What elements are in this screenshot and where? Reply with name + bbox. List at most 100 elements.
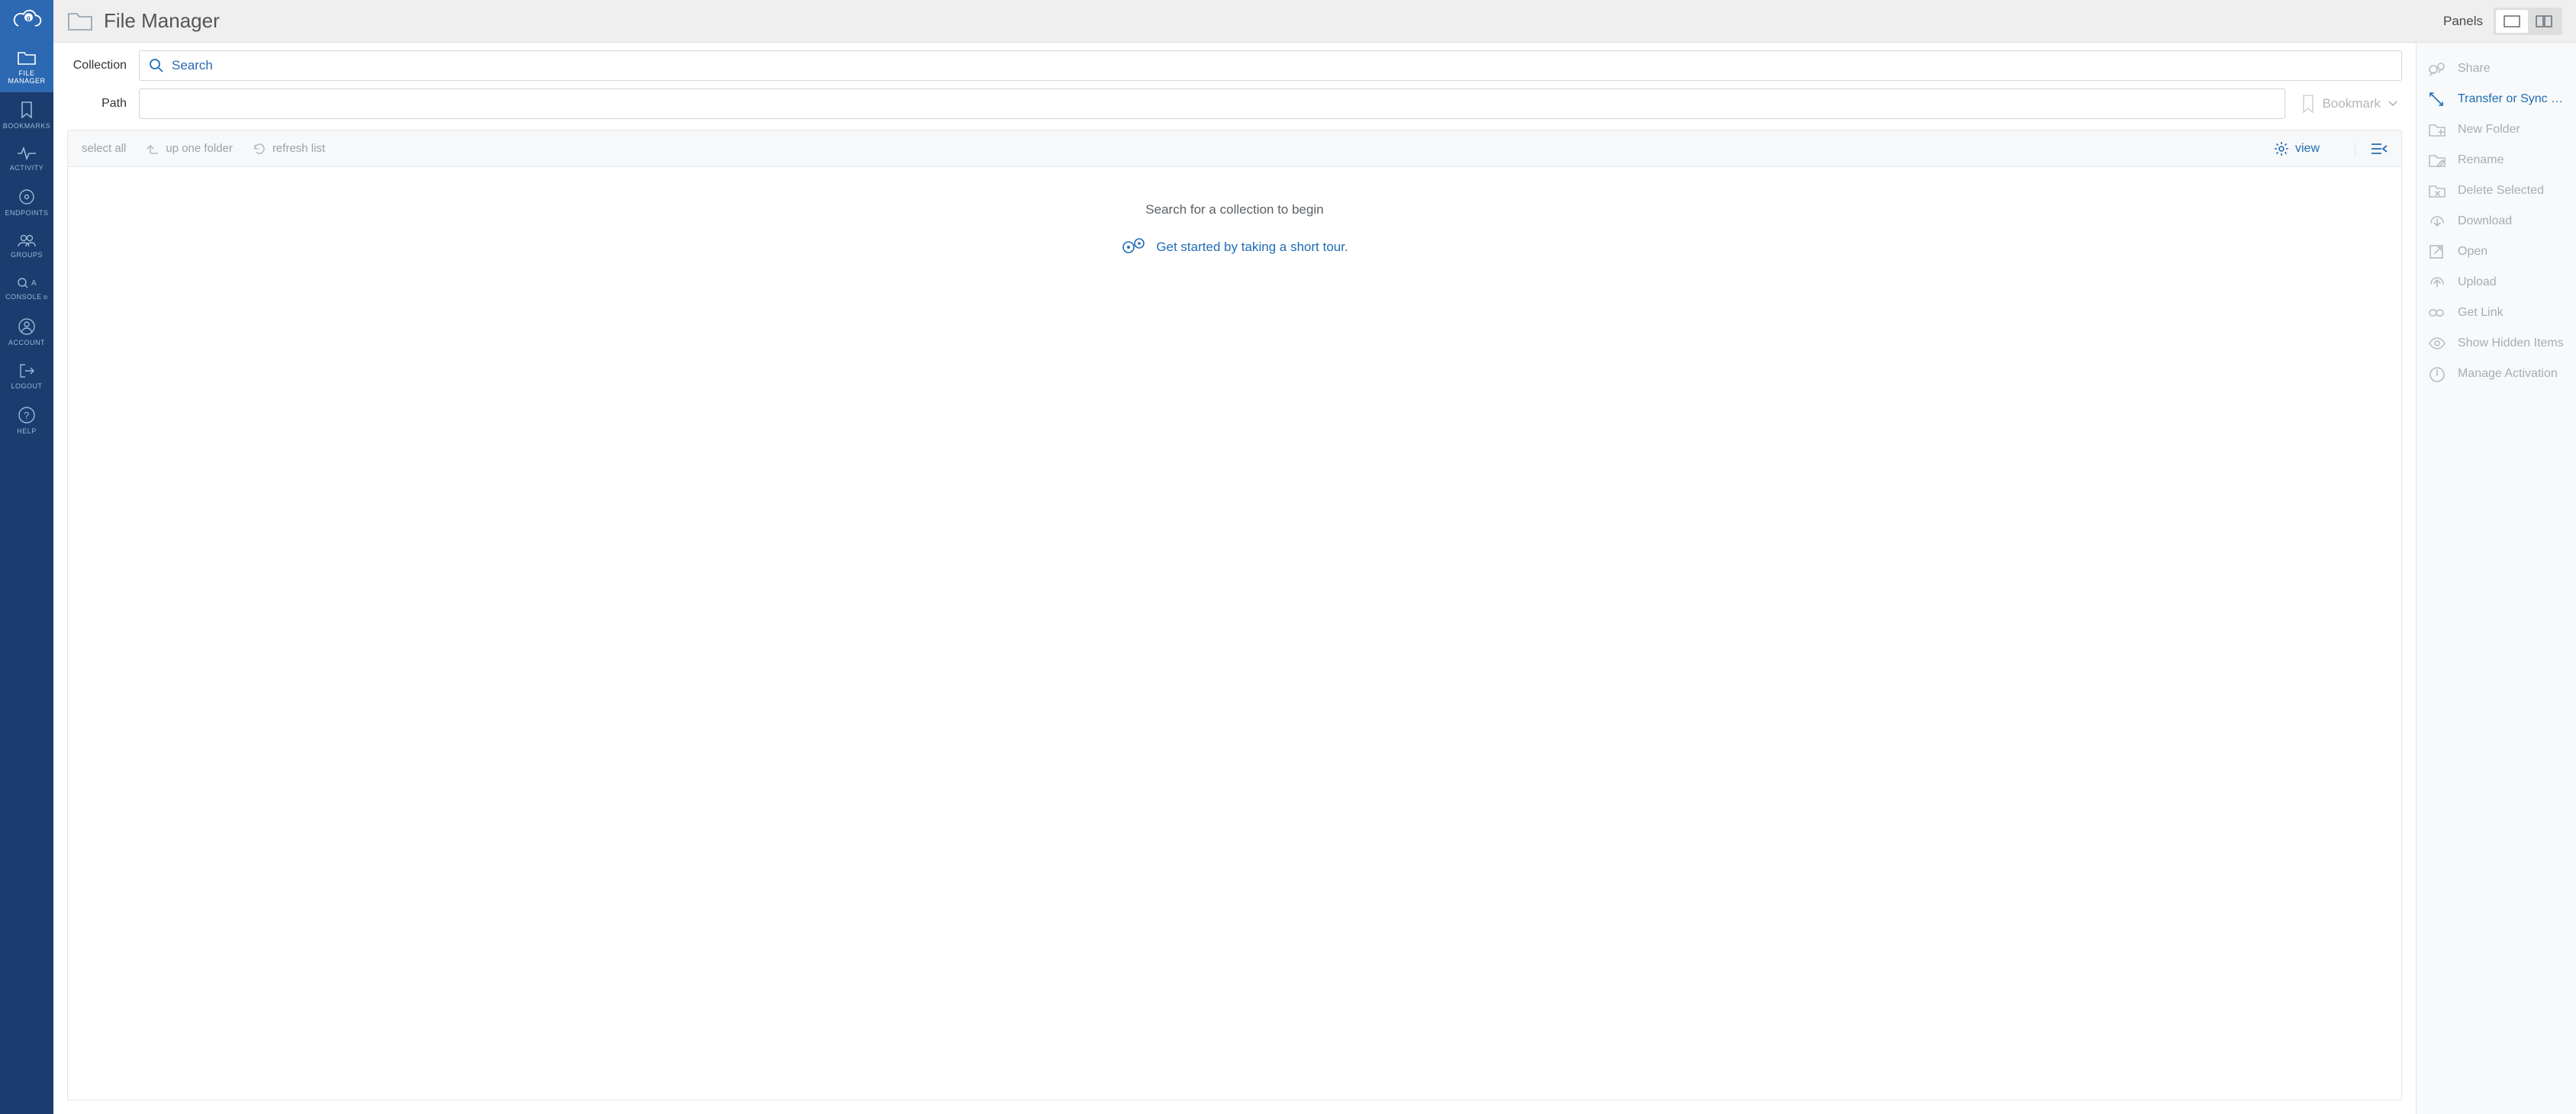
transfer-icon: [2427, 91, 2447, 108]
eye-icon: [2427, 335, 2447, 352]
bookmark-label: Bookmark: [2322, 96, 2381, 111]
console-icon: A: [17, 275, 37, 289]
bookmark-button[interactable]: Bookmark: [2297, 95, 2402, 113]
bookmark-icon: [21, 101, 33, 118]
external-icon: ⧉: [43, 294, 48, 301]
view-options-button[interactable]: view: [2274, 141, 2320, 156]
action-label: Delete Selected: [2458, 184, 2544, 198]
tour-link[interactable]: Get started by taking a short tour.: [1121, 237, 1348, 257]
groups-icon: [17, 233, 37, 247]
nav-endpoints[interactable]: ENDPOINTS: [0, 179, 53, 224]
chevron-down-icon: [2388, 101, 2397, 107]
action-label: Manage Activation: [2458, 367, 2558, 381]
page-header: File Manager Panels: [53, 0, 2576, 43]
delete-icon: [2427, 182, 2447, 199]
list-toolbar: select all up one folder refresh list: [67, 130, 2402, 166]
action-link: Get Link: [2417, 298, 2576, 328]
link-icon: [2427, 304, 2447, 321]
collection-row: Collection: [53, 43, 2416, 84]
svg-text:?: ?: [24, 410, 30, 421]
nav-label: HELP: [0, 427, 53, 435]
nav-label: GROUPS: [0, 251, 53, 259]
collection-search-input[interactable]: [172, 58, 2392, 73]
nav-label: BOOKMARKS: [0, 122, 53, 130]
action-power: Manage Activation: [2417, 359, 2576, 389]
svg-text:A: A: [31, 279, 37, 288]
dual-panel-button[interactable]: [2528, 10, 2560, 33]
upload-icon: [2427, 274, 2447, 291]
nav-label: ACTIVITY: [0, 164, 53, 172]
collapse-panel-button[interactable]: [2355, 142, 2388, 156]
globus-cloud-icon: g: [11, 9, 42, 32]
nav-bookmarks[interactable]: BOOKMARKS: [0, 92, 53, 137]
page-title: File Manager: [104, 9, 220, 33]
svg-text:g: g: [27, 14, 31, 21]
action-newfolder: New Folder: [2417, 114, 2576, 145]
action-label: Get Link: [2458, 306, 2504, 320]
collection-label: Collection: [67, 59, 127, 72]
nav-logout[interactable]: LOGOUT: [0, 354, 53, 398]
action-label: Open: [2458, 245, 2487, 259]
action-rename: Rename: [2417, 145, 2576, 175]
action-download: Download: [2417, 206, 2576, 237]
path-field[interactable]: [139, 89, 2285, 119]
action-label: New Folder: [2458, 123, 2520, 137]
action-transfer[interactable]: Transfer or Sync to...: [2417, 84, 2576, 114]
folder-icon: [67, 11, 93, 32]
share-icon: [2427, 60, 2447, 77]
select-all-button[interactable]: select all: [82, 142, 126, 155]
nav-label: LOGOUT: [0, 382, 53, 390]
action-panel: Share Transfer or Sync to... New Folder Ren…: [2416, 43, 2576, 1114]
action-label: Rename: [2458, 153, 2504, 167]
left-sidebar: g FILE MANAGER BOOKMARKS ACTIVITY ENDPOI…: [0, 0, 53, 1114]
up-one-folder-button[interactable]: up one folder: [146, 142, 233, 155]
logout-icon: [18, 363, 35, 378]
path-label: Path: [67, 97, 127, 111]
nav-account[interactable]: ACCOUNT: [0, 309, 53, 354]
collection-search-field[interactable]: [139, 50, 2402, 81]
help-icon: ?: [18, 407, 35, 423]
app-logo[interactable]: g: [0, 0, 53, 41]
gear-icon: [2274, 141, 2289, 156]
folder-icon: [17, 50, 37, 66]
activity-icon: [17, 146, 37, 160]
panels-label: Panels: [2443, 14, 2483, 29]
action-label: Upload: [2458, 275, 2497, 289]
rename-icon: [2427, 152, 2447, 169]
disc-icon: [18, 188, 35, 205]
nav-label: ACCOUNT: [0, 339, 53, 346]
action-label: Show Hidden Items: [2458, 336, 2564, 350]
newfolder-icon: [2427, 121, 2447, 138]
nav-file-manager[interactable]: FILE MANAGER: [0, 41, 53, 92]
panel-toggle: [2494, 8, 2562, 35]
action-label: Share: [2458, 62, 2491, 76]
single-panel-button[interactable]: [2496, 10, 2528, 33]
action-eye: Show Hidden Items: [2417, 328, 2576, 359]
action-share: Share: [2417, 53, 2576, 84]
action-label: Transfer or Sync to...: [2458, 92, 2565, 106]
nav-console[interactable]: A CONSOLE⧉: [0, 266, 53, 309]
action-open: Open: [2417, 237, 2576, 267]
refresh-button[interactable]: refresh list: [253, 142, 325, 156]
action-upload: Upload: [2417, 267, 2576, 298]
nav-label: FILE MANAGER: [0, 69, 53, 85]
up-folder-icon: [146, 143, 159, 155]
nav-label: ENDPOINTS: [0, 209, 53, 217]
nav-groups[interactable]: GROUPS: [0, 224, 53, 266]
nav-help[interactable]: ? HELP: [0, 398, 53, 443]
account-icon: [18, 318, 35, 335]
path-input[interactable]: [149, 96, 2275, 111]
file-list-area: Search for a collection to begin Get sta…: [67, 166, 2402, 1100]
bookmark-icon: [2302, 95, 2314, 113]
action-delete: Delete Selected: [2417, 175, 2576, 206]
open-icon: [2427, 243, 2447, 260]
nav-activity[interactable]: ACTIVITY: [0, 137, 53, 179]
search-icon: [149, 58, 164, 73]
tour-icon: [1121, 237, 1147, 257]
nav-label: CONSOLE⧉: [0, 293, 53, 301]
refresh-icon: [253, 142, 266, 156]
path-row: Path Bookmark: [53, 84, 2416, 130]
action-label: Download: [2458, 214, 2512, 228]
power-icon: [2427, 365, 2447, 382]
collapse-icon: [2371, 142, 2388, 156]
